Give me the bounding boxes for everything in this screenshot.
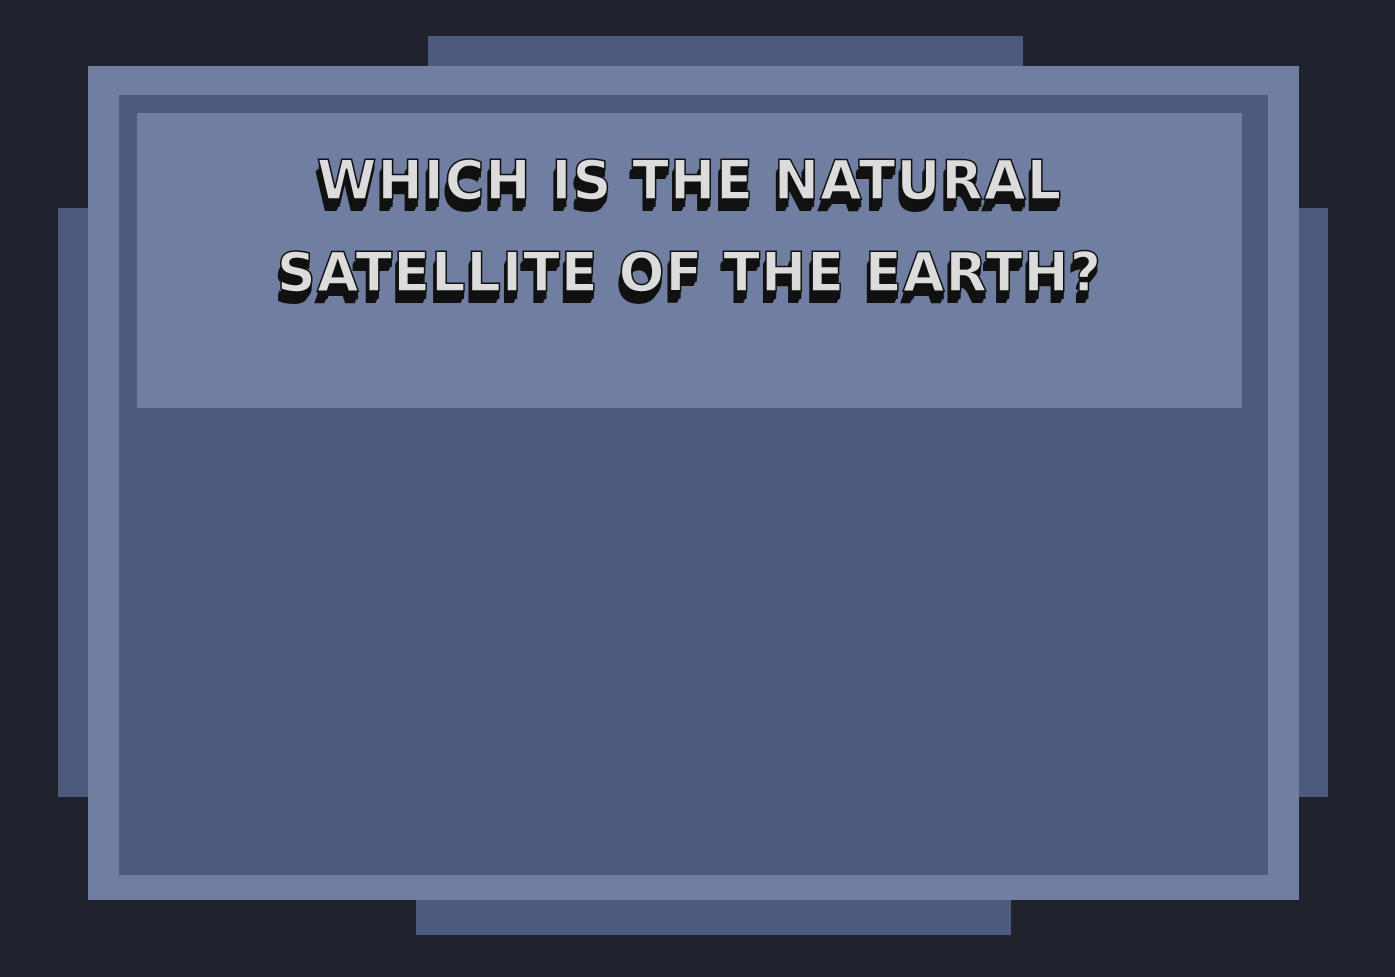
question-panel: WHICH IS THE NATURAL SATELLITE OF THE EA… xyxy=(137,113,1242,408)
question-text: WHICH IS THE NATURAL SATELLITE OF THE EA… xyxy=(137,135,1242,319)
question-line-1: WHICH IS THE NATURAL xyxy=(316,148,1063,213)
answer-area xyxy=(137,408,1242,857)
question-line-2: SATELLITE OF THE EARTH? xyxy=(276,240,1103,305)
